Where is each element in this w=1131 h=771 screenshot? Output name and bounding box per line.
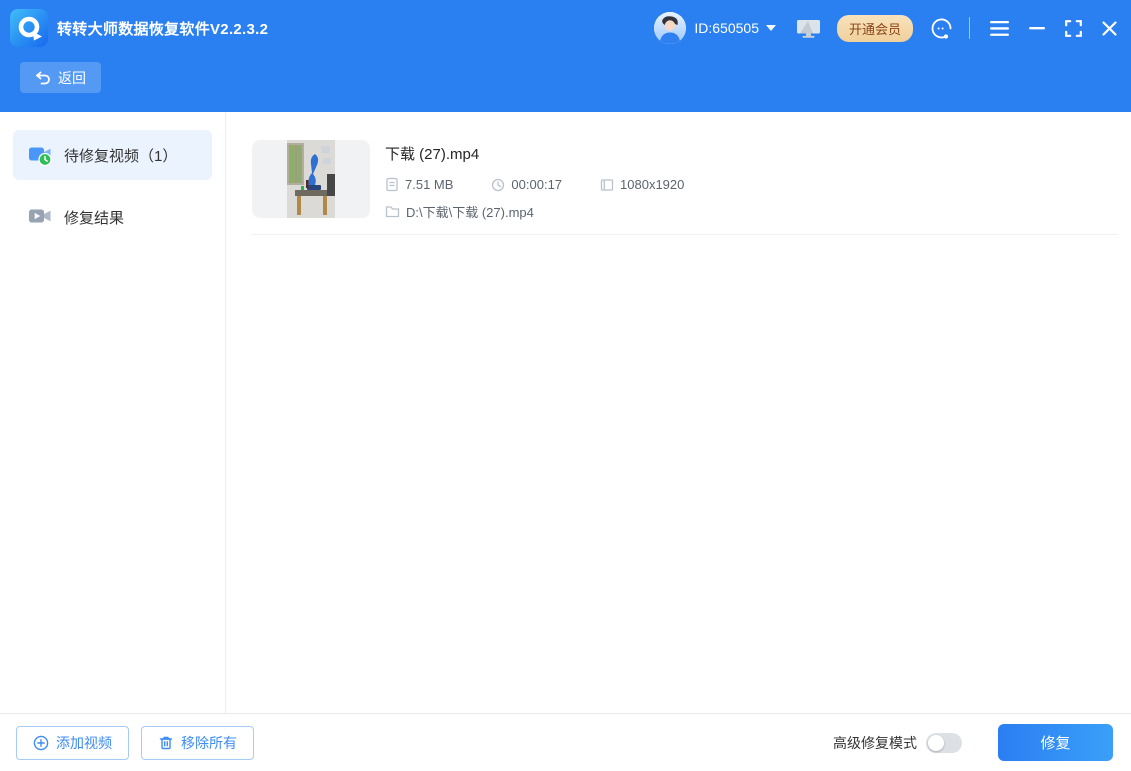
file-info: 下载 (27).mp4 7.51 MB (385, 140, 684, 221)
video-thumbnail (252, 140, 370, 218)
sidebar-item-label: 待修复视频（1） (64, 145, 177, 166)
titlebar-top-row: 转转大师数据恢复软件V2.2.3.2 ID:650505 (0, 0, 1131, 56)
add-video-label: 添加视频 (56, 733, 112, 753)
sidebar: 待修复视频（1） 修复结果 (0, 112, 226, 713)
repair-button[interactable]: 修复 (998, 724, 1113, 761)
file-resolution-value: 1080x1920 (620, 177, 684, 192)
frame-icon (600, 178, 614, 192)
footer-toolbar: 添加视频 移除所有 高级修复模式 修复 (0, 713, 1131, 771)
titlebar-divider (969, 17, 970, 39)
user-id: ID:650505 (694, 20, 759, 36)
sidebar-item-repair-results[interactable]: 修复结果 (13, 192, 212, 242)
sidebar-item-label: 修复结果 (64, 207, 124, 228)
file-path-row: D:\下载\下载 (27).mp4 (385, 202, 684, 221)
file-resolution: 1080x1920 (600, 177, 684, 192)
file-size-value: 7.51 MB (405, 177, 453, 192)
clock-icon (491, 178, 505, 192)
remove-all-button[interactable]: 移除所有 (141, 726, 254, 760)
minimize-button[interactable] (1029, 27, 1045, 30)
screen-monitor-icon[interactable] (796, 18, 821, 39)
vip-upgrade-button[interactable]: 开通会员 (837, 15, 913, 42)
trash-icon (158, 735, 174, 751)
sidebar-item-pending-videos[interactable]: 待修复视频（1） (13, 130, 212, 180)
advanced-mode-label: 高级修复模式 (833, 733, 917, 753)
back-button[interactable]: 返回 (20, 62, 101, 93)
file-list-item[interactable]: 下载 (27).mp4 7.51 MB (252, 140, 1118, 235)
back-button-label: 返回 (58, 68, 86, 88)
body: 待修复视频（1） 修复结果 (0, 112, 1131, 713)
folder-icon (385, 205, 400, 218)
file-duration-value: 00:00:17 (511, 177, 562, 192)
app-title: 转转大师数据恢复软件V2.2.3.2 (57, 18, 268, 39)
file-size: 7.51 MB (385, 177, 453, 192)
video-camera-clock-icon (28, 143, 52, 167)
plus-circle-icon (33, 735, 49, 751)
file-meta-row: 7.51 MB 00:00:17 (385, 177, 684, 192)
customer-service-icon[interactable] (929, 16, 954, 41)
file-duration: 00:00:17 (491, 177, 562, 192)
titlebar: 转转大师数据恢复软件V2.2.3.2 ID:650505 (0, 0, 1131, 112)
file-path: D:\下载\下载 (27).mp4 (385, 202, 534, 221)
close-button[interactable] (1102, 21, 1117, 36)
titlebar-sub-row: 返回 (0, 56, 1131, 112)
user-avatar[interactable] (654, 12, 686, 44)
maximize-button[interactable] (1065, 20, 1082, 37)
undo-arrow-icon (35, 71, 51, 85)
video-camera-play-icon (28, 205, 52, 229)
app-logo-icon (10, 9, 48, 47)
file-name: 下载 (27).mp4 (385, 143, 684, 164)
user-dropdown-caret-icon[interactable] (766, 25, 776, 31)
remove-all-label: 移除所有 (181, 733, 237, 753)
app-window: 转转大师数据恢复软件V2.2.3.2 ID:650505 (0, 0, 1131, 771)
toggle-knob (928, 735, 944, 751)
add-video-button[interactable]: 添加视频 (16, 726, 129, 760)
document-icon (385, 177, 399, 192)
menu-hamburger-icon[interactable] (990, 21, 1009, 36)
file-path-value: D:\下载\下载 (27).mp4 (406, 202, 534, 221)
advanced-mode-toggle[interactable] (926, 733, 962, 753)
file-list: 下载 (27).mp4 7.51 MB (226, 112, 1131, 713)
